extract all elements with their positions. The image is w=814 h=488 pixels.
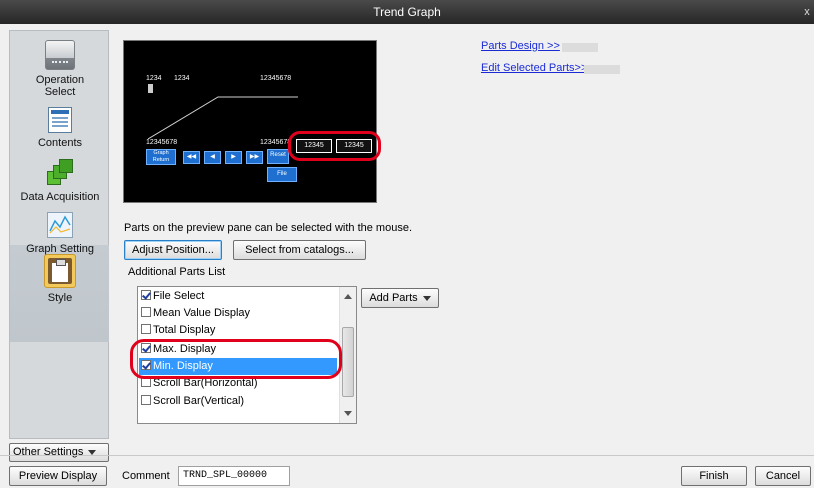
scroll-thumb[interactable] xyxy=(342,327,354,397)
data-acquisition-icon xyxy=(47,159,73,185)
add-parts-label: Add Parts xyxy=(369,292,418,304)
preview-back-button[interactable]: ◀ xyxy=(204,151,221,164)
link-tail xyxy=(562,43,598,52)
other-settings-label: Other Settings xyxy=(13,446,84,458)
list-item[interactable]: Total Display xyxy=(139,322,337,339)
chevron-down-icon xyxy=(88,449,97,455)
sidebar-item-label: Contents xyxy=(37,137,83,149)
sidebar-item-label: Operation xyxy=(35,74,85,86)
list-item-label: Scroll Bar(Vertical) xyxy=(153,395,245,407)
scroll-up-icon[interactable] xyxy=(344,294,352,299)
preview-trend-line xyxy=(148,96,298,140)
adjust-position-button[interactable]: Adjust Position... xyxy=(124,240,222,260)
sidebar-item-label: Data Acquisition xyxy=(20,191,100,203)
preview-reset-button[interactable]: Reset xyxy=(267,149,289,164)
sidebar-item-label: Style xyxy=(47,292,73,304)
preview-fast-forward-button[interactable]: ▶▶ xyxy=(246,151,263,164)
checkbox[interactable] xyxy=(141,307,151,317)
footer-divider xyxy=(0,455,814,456)
sidebar-item-data-acquisition[interactable]: Data Acquisition xyxy=(10,159,110,203)
highlight-ring-preview xyxy=(288,131,381,161)
sidebar-item-graph-setting[interactable]: Graph Setting xyxy=(10,212,110,255)
checkbox[interactable] xyxy=(141,290,151,300)
contents-icon xyxy=(48,107,72,133)
list-item[interactable]: File Select xyxy=(139,288,337,305)
sidebar-item-contents[interactable]: Contents xyxy=(10,107,110,149)
preview-cursor-marker xyxy=(148,84,153,93)
preview-pane[interactable]: 1234 1234 12345678 12345678 12345678 Gra… xyxy=(123,40,377,203)
link-tail xyxy=(584,65,620,74)
preview-file-button[interactable]: File xyxy=(267,167,297,182)
other-settings-dropdown[interactable]: Other Settings xyxy=(9,443,109,462)
edit-selected-parts-link[interactable]: Edit Selected Parts>> xyxy=(481,62,587,74)
title-bar: Trend Graph x xyxy=(0,0,814,24)
checkbox[interactable] xyxy=(141,395,151,405)
preview-text[interactable]: 12345678 xyxy=(260,75,291,82)
close-icon[interactable]: x xyxy=(800,0,814,24)
preview-text[interactable]: 12345678 xyxy=(146,139,177,146)
preview-text[interactable]: 1234 xyxy=(146,75,162,82)
scroll-down-icon[interactable] xyxy=(344,411,352,416)
list-item-label: Total Display xyxy=(153,324,216,336)
preview-graph-return-button[interactable]: Graph Return xyxy=(146,149,176,165)
cancel-button[interactable]: Cancel xyxy=(755,466,811,486)
additional-parts-label: Additional Parts List xyxy=(128,266,226,278)
preview-display-button[interactable]: Preview Display xyxy=(9,466,107,486)
chevron-down-icon xyxy=(422,295,431,301)
list-item-label: Mean Value Display xyxy=(153,307,251,319)
parts-design-link[interactable]: Parts Design >> xyxy=(481,40,560,52)
window-title: Trend Graph xyxy=(373,5,441,19)
sidebar-item-operation-select[interactable]: Operation Select xyxy=(10,40,110,98)
sidebar-item-style[interactable]: Style xyxy=(10,254,110,304)
preview-text[interactable]: 12345678 xyxy=(260,139,291,146)
sidebar: Operation Select Contents Data Acquisiti… xyxy=(9,30,109,439)
comment-label: Comment xyxy=(122,470,170,482)
clipboard-icon xyxy=(44,254,76,288)
list-item[interactable]: Scroll Bar(Vertical) xyxy=(139,393,337,410)
drive-icon xyxy=(45,40,75,70)
preview-forward-button[interactable]: ▶ xyxy=(225,151,242,164)
select-from-catalogs-button[interactable]: Select from catalogs... xyxy=(233,240,366,260)
preview-text[interactable]: 1234 xyxy=(174,75,190,82)
list-item[interactable]: Mean Value Display xyxy=(139,305,337,322)
sidebar-item-label: Select xyxy=(44,86,76,98)
checkbox[interactable] xyxy=(141,324,151,334)
preview-fast-back-button[interactable]: ◀◀ xyxy=(183,151,200,164)
finish-button[interactable]: Finish xyxy=(681,466,747,486)
graph-icon xyxy=(47,212,73,238)
comment-field[interactable]: TRND_SPL_00000 xyxy=(178,466,290,486)
list-item-label: File Select xyxy=(153,290,205,302)
highlight-ring-list xyxy=(130,339,342,379)
add-parts-dropdown[interactable]: Add Parts xyxy=(361,288,439,308)
hint-text: Parts on the preview pane can be selecte… xyxy=(124,222,413,234)
